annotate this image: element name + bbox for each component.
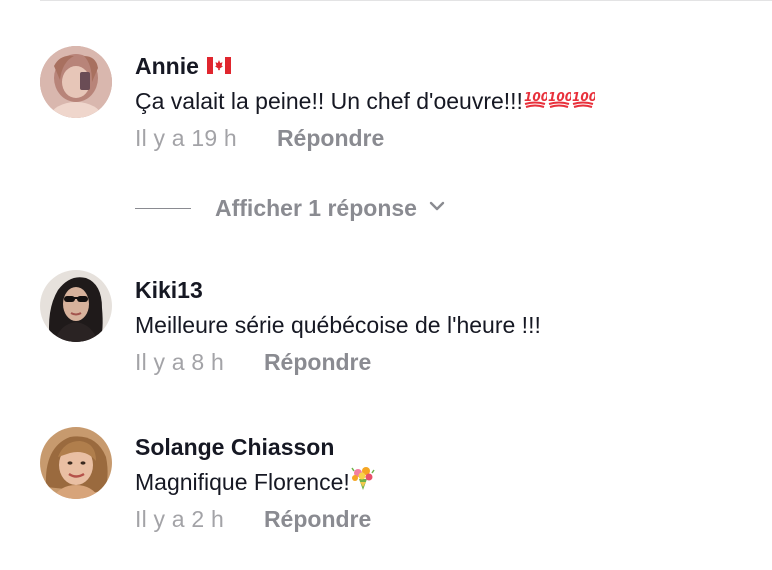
avatar[interactable] <box>40 427 112 499</box>
comment-author[interactable]: Annie <box>135 53 199 79</box>
view-replies-label: Afficher 1 réponse <box>215 194 417 221</box>
reply-button[interactable]: Répondre <box>264 349 371 375</box>
replies-divider <box>135 207 191 209</box>
canada-flag-icon <box>206 52 231 80</box>
comment-text: Ça valait la peine!! Un chef d'oeuvre!!! <box>135 88 523 114</box>
chevron-down-icon <box>429 199 445 217</box>
comment-author[interactable]: Solange Chiasson <box>135 434 334 460</box>
comment-text: Magnifique Florence! <box>135 469 350 495</box>
comment-author[interactable]: Kiki13 <box>135 277 203 303</box>
comment-time: Il y a 19 h <box>135 125 237 151</box>
reply-button[interactable]: Répondre <box>277 125 384 151</box>
reply-button[interactable]: Répondre <box>264 506 371 532</box>
comment-time: Il y a 8 h <box>135 349 224 375</box>
comment-text: Meilleure série québécoise de l'heure !!… <box>135 312 541 338</box>
top-divider <box>40 0 772 1</box>
avatar-annie-image <box>40 46 112 118</box>
avatar[interactable] <box>40 46 112 118</box>
comment-time: Il y a 2 h <box>135 506 224 532</box>
avatar-solange-image <box>40 427 112 499</box>
bouquet-icon <box>350 465 376 498</box>
hundred-points-icon: 100 <box>571 86 597 116</box>
avatar[interactable] <box>40 270 112 342</box>
hundred-points-icon: 100 <box>523 86 549 116</box>
hundred-points-icon: 100 <box>547 86 573 116</box>
view-replies-button[interactable]: Afficher 1 réponse <box>135 192 445 224</box>
avatar-kiki13-image <box>40 270 112 342</box>
